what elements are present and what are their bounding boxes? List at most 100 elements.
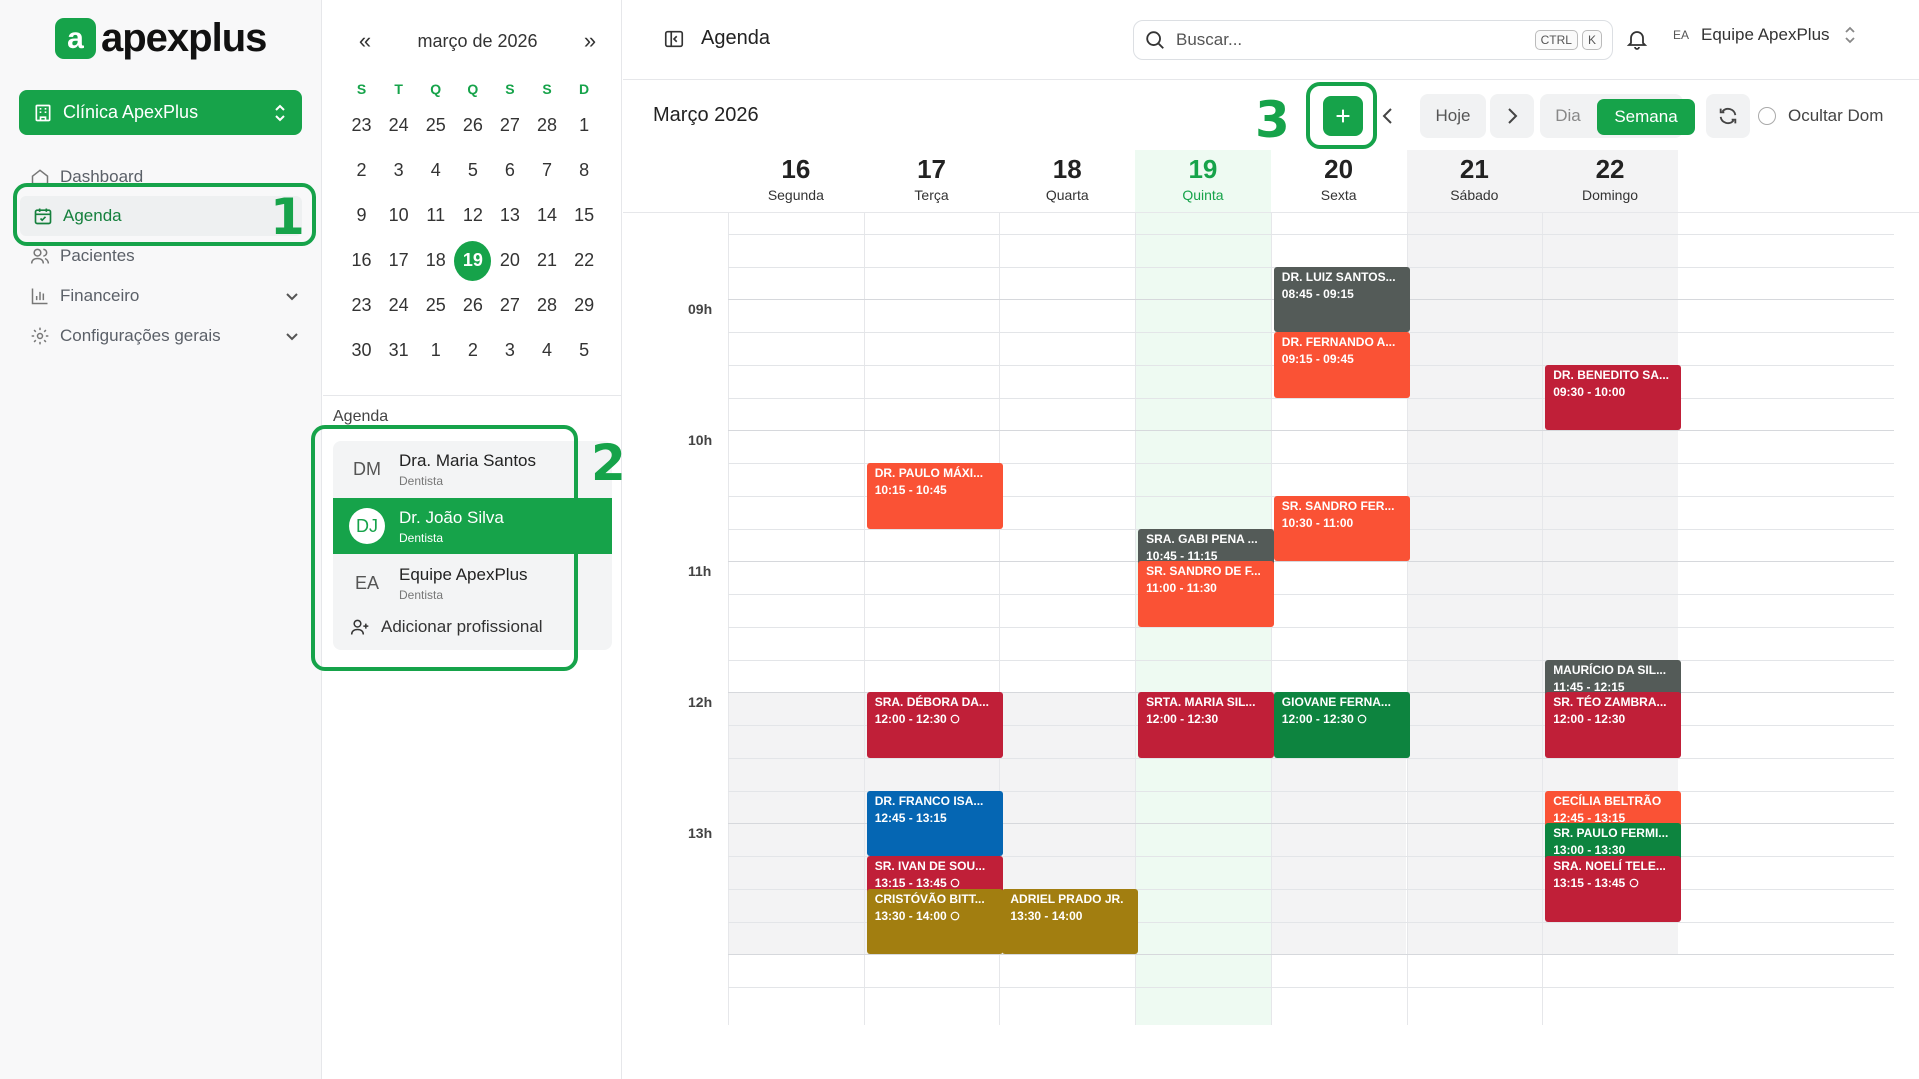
appointment-event[interactable]: ADRIEL PRADO JR. 13:30 - 14:00 [1002, 888, 1139, 955]
appointment-event[interactable]: CRISTÓVÃO BITT... 13:30 - 14:00 [866, 888, 1003, 955]
calendar-day[interactable]: 27 [491, 103, 528, 148]
calendar-day[interactable]: 4 [528, 328, 565, 373]
appointment-event[interactable]: GIOVANE FERNA... 12:00 - 12:30 [1273, 692, 1410, 758]
appointment-patient: SRA. NOELÍ TELE... [1553, 859, 1666, 874]
calendar-day[interactable]: 29 [566, 283, 603, 328]
calendar-day[interactable]: 13 [491, 193, 528, 238]
appointment-time: 10:15 - 10:45 [875, 483, 995, 497]
calendar-day[interactable]: 8 [566, 148, 603, 193]
day-number: 17 [917, 154, 946, 184]
day-header[interactable]: 16 Segunda [728, 150, 864, 212]
calendar-day[interactable]: 16 [343, 238, 380, 283]
calendar-day[interactable]: 25 [417, 283, 454, 328]
calendar-month-title: março de 2026 [417, 30, 538, 51]
calendar-day[interactable]: 26 [454, 283, 491, 328]
main-area: Agenda Buscar... CTRL K EA Equipe ApexPl… [623, 0, 1919, 1079]
calendar-day[interactable]: 5 [566, 328, 603, 373]
refresh-button[interactable] [1706, 94, 1750, 138]
calendar-day[interactable]: 30 [343, 328, 380, 373]
week-grid: 16 Segunda 17 Terça 18 Quarta 19 Quinta 20 Sexta 2… [623, 150, 1919, 1025]
logo[interactable]: a apexplus [55, 16, 267, 61]
appointment-event[interactable]: SRA. DÉBORA DA... 12:00 - 12:30 [866, 692, 1003, 758]
calendar-day[interactable]: 11 [417, 193, 454, 238]
calendar-day[interactable]: 3 [380, 148, 417, 193]
day-header[interactable]: 22 Domingo [1542, 150, 1678, 212]
appointment-event[interactable]: DR. LUIZ SANTOS... 08:45 - 09:15 [1273, 266, 1410, 333]
day-header[interactable]: 18 Quarta [999, 150, 1135, 212]
calendar-day[interactable]: 4 [417, 148, 454, 193]
prev-month-button[interactable]: « [353, 28, 377, 54]
appointment-event[interactable]: DR. FERNANDO A... 09:15 - 09:45 [1273, 332, 1410, 398]
next-month-button[interactable]: » [578, 28, 602, 54]
next-week-button[interactable] [1490, 94, 1534, 138]
search-placeholder: Buscar... [1176, 30, 1243, 49]
appointment-event[interactable]: SR. SANDRO DE F... 11:00 - 11:30 [1138, 561, 1275, 627]
calendar-day[interactable]: 24 [380, 283, 417, 328]
weekday-label: Q [430, 81, 442, 97]
annotation-number-2: 2 [591, 434, 626, 492]
calendar-day[interactable]: 18 [417, 238, 454, 283]
calendar-day[interactable]: 1 [566, 103, 603, 148]
appointment-event[interactable]: SRTA. MARIA SIL... 12:00 - 12:30 [1138, 692, 1275, 758]
calendar-day[interactable]: 2 [454, 328, 491, 373]
calendar-day[interactable]: 15 [566, 193, 603, 238]
kbd-k: K [1581, 30, 1602, 50]
view-day-button[interactable]: Dia [1540, 94, 1596, 138]
calendar-day[interactable]: 21 [528, 238, 565, 283]
chevron-down-icon [286, 293, 298, 301]
calendar-day[interactable]: 26 [454, 103, 491, 148]
appointment-time: 08:45 - 09:15 [1282, 287, 1402, 301]
appointment-event[interactable]: DR. BENEDITO SA... 09:30 - 10:00 [1545, 364, 1682, 431]
appointment-event[interactable]: DR. FRANCO ISA... 12:45 - 13:15 [866, 790, 1003, 857]
appointment-event[interactable]: SR. TÉO ZAMBRA... 12:00 - 12:30 [1545, 692, 1682, 758]
search-input[interactable]: Buscar... CTRL K [1133, 20, 1613, 60]
clinic-selector-button[interactable]: Clínica ApexPlus [19, 90, 302, 135]
sidebar-toggle-icon[interactable] [663, 28, 685, 50]
calendar-day[interactable]: 20 [491, 238, 528, 283]
calendar-day-selected: 19 [454, 240, 492, 281]
calendar-day[interactable]: 22 [566, 238, 603, 283]
calendar-day[interactable]: 1 [417, 328, 454, 373]
calendar-day[interactable]: 7 [528, 148, 565, 193]
nav-configuracoes[interactable]: Configurações gerais [30, 316, 300, 356]
add-appointment-button[interactable] [1323, 96, 1363, 136]
notifications-button[interactable] [1625, 26, 1649, 57]
nav-label: Pacientes [60, 246, 135, 265]
view-week-button[interactable]: Semana [1597, 99, 1695, 135]
calendar-day[interactable]: 6 [491, 148, 528, 193]
radio-button[interactable] [1758, 107, 1776, 125]
calendar-day[interactable]: 23 [343, 103, 380, 148]
calendar-day[interactable]: 10 [380, 193, 417, 238]
calendar-day[interactable]: 14 [528, 193, 565, 238]
appointment-event[interactable]: SRA. NOELÍ TELE... 13:15 - 13:45 [1545, 856, 1682, 922]
calendar-day[interactable]: 23 [343, 283, 380, 328]
today-button[interactable]: Hoje [1420, 94, 1486, 138]
day-header[interactable]: 19 Quinta [1135, 150, 1271, 212]
calendar-day[interactable]: 9 [343, 193, 380, 238]
appointment-time-text: 13:15 - 13:45 [874, 876, 947, 891]
calendar-day[interactable]: 28 [528, 283, 565, 328]
calendar-day[interactable]: 19 [454, 238, 492, 283]
calendar-day[interactable]: 28 [528, 103, 565, 148]
prev-week-button[interactable] [1380, 94, 1394, 138]
day-header[interactable]: 20 Sexta [1271, 150, 1407, 212]
calendar-day[interactable]: 25 [417, 103, 454, 148]
user-menu[interactable]: EA Equipe ApexPlus [1673, 24, 1858, 46]
calendar-day[interactable]: 31 [380, 328, 417, 373]
calendar-day[interactable]: 17 [380, 238, 417, 283]
time-slot-line [728, 659, 1894, 661]
day-header[interactable]: 17 Terça [864, 150, 1000, 212]
hour-label: 13h [688, 825, 713, 842]
nav-financeiro[interactable]: Financeiro [30, 276, 300, 316]
calendar-day[interactable]: 24 [380, 103, 417, 148]
calendar-day[interactable]: 27 [491, 283, 528, 328]
calendar-day[interactable]: 2 [343, 148, 380, 193]
appointment-event[interactable]: SR. SANDRO FER... 10:30 - 11:00 [1273, 495, 1410, 562]
calendar-day[interactable]: 12 [454, 193, 491, 238]
calendar-day[interactable]: 3 [491, 328, 528, 373]
calendar-day[interactable]: 5 [454, 148, 491, 193]
nav-label: Configurações gerais [60, 326, 221, 345]
day-header[interactable]: 21 Sábado [1406, 150, 1543, 212]
appointment-event[interactable]: DR. PAULO MÁXI... 10:15 - 10:45 [866, 463, 1003, 529]
hide-sunday-toggle[interactable]: Ocultar Dom [1758, 106, 1883, 126]
